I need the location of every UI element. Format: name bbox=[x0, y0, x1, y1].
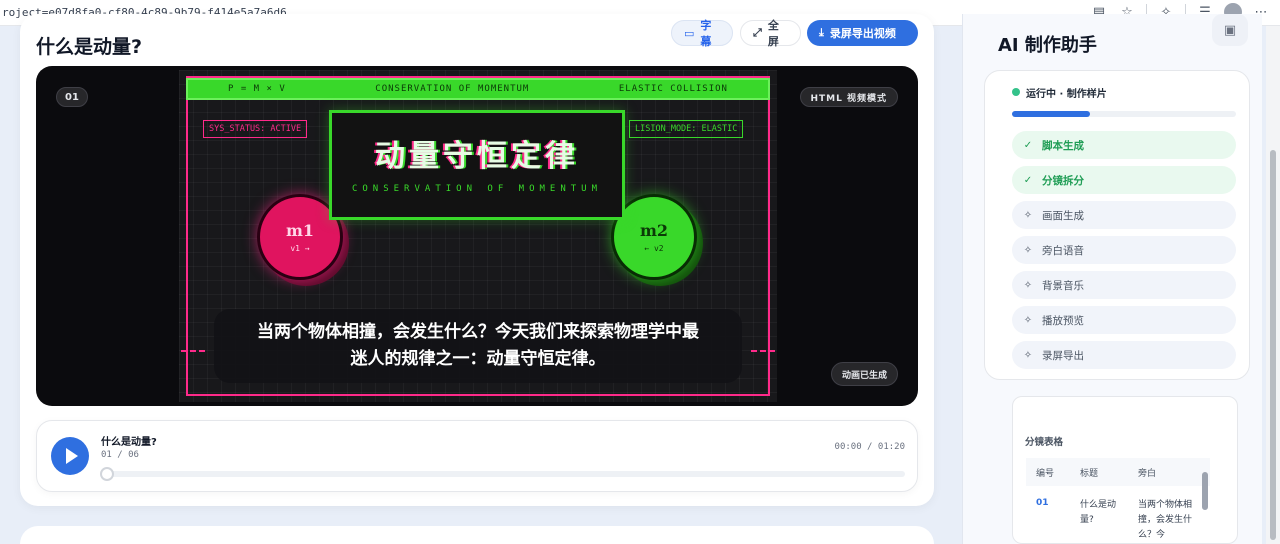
progress-thumb[interactable] bbox=[100, 467, 114, 481]
assistant-title: AI 制作助手 bbox=[998, 35, 1097, 56]
step-label: 背景音乐 bbox=[1042, 279, 1084, 292]
fullscreen-icon: ⤢ bbox=[753, 26, 762, 39]
dashed-line bbox=[181, 350, 205, 352]
step-label: 旁白语音 bbox=[1042, 244, 1084, 257]
step-background-music[interactable]: ✧ 背景音乐 bbox=[1012, 271, 1236, 299]
scene-heading-en: CONSERVATION OF MOMENTUM bbox=[351, 184, 603, 194]
progress-track[interactable] bbox=[101, 471, 905, 477]
step-label: 画面生成 bbox=[1042, 209, 1084, 222]
step-label: 播放预览 bbox=[1042, 314, 1084, 327]
dashed-line bbox=[751, 350, 775, 352]
step-label: 录屏导出 bbox=[1042, 349, 1084, 362]
sparkle-icon: ✧ bbox=[1023, 314, 1033, 326]
scene-heading: 动量守恒定律 bbox=[375, 139, 579, 174]
cell-title: 什么是动量? bbox=[1080, 500, 1117, 525]
ball-velocity: ← v2 bbox=[644, 244, 664, 253]
scene-topbar: P = M × V CONSERVATION OF MOMENTUM ELAST… bbox=[186, 78, 770, 100]
sys-status-label: SYS_STATUS: ACTIVE bbox=[203, 120, 308, 138]
table-scrollbar[interactable] bbox=[1201, 462, 1209, 542]
fullscreen-button[interactable]: ⤢ 全屏 bbox=[740, 19, 801, 48]
secondary-card bbox=[20, 526, 934, 544]
assistant-progress-track bbox=[1012, 111, 1236, 117]
panel-action-icon[interactable]: ▣ bbox=[1212, 14, 1248, 46]
step-playback-preview[interactable]: ✧ 播放预览 bbox=[1012, 306, 1236, 334]
subtitle-caption: 当两个物体相撞，会发生什么？今天我们来探索物理学中最 迷人的规律之一：动量守恒定… bbox=[214, 309, 742, 383]
cell-number: 01 bbox=[1036, 498, 1049, 508]
storyboard-table-label: 分镜表格 bbox=[1025, 437, 1064, 448]
page-scrollbar-thumb[interactable] bbox=[1270, 150, 1276, 540]
sparkle-icon: ✧ bbox=[1023, 244, 1033, 256]
subtitle-icon: ▭ bbox=[684, 26, 695, 40]
animation-status-badge: 动画已生成 bbox=[830, 362, 898, 386]
step-script-generation[interactable]: ✓ 脚本生成 bbox=[1012, 131, 1236, 159]
play-icon bbox=[66, 448, 78, 464]
check-icon: ✓ bbox=[1023, 174, 1033, 186]
player-controls: 什么是动量? 01 / 06 00:00 / 01:20 bbox=[36, 420, 918, 492]
scene-counter: 01 / 06 bbox=[101, 450, 139, 460]
collision-type-label: ELASTIC COLLISION bbox=[618, 84, 728, 94]
step-screen-record-export[interactable]: ✧ 录屏导出 bbox=[1012, 341, 1236, 369]
page-title: 什么是动量? bbox=[36, 36, 143, 58]
formula-label: P = M × V bbox=[228, 84, 286, 94]
ball-velocity: v1 → bbox=[290, 244, 310, 253]
sparkle-icon: ✧ bbox=[1023, 349, 1033, 361]
export-video-button[interactable]: ⤓ 录屏导出视频 bbox=[807, 20, 918, 46]
subtitle-line: 迷人的规律之一：动量守恒定律。 bbox=[350, 349, 606, 369]
sparkle-icon: ✧ bbox=[1023, 209, 1033, 221]
video-preview[interactable]: P = M × V CONSERVATION OF MOMENTUM ELAST… bbox=[36, 66, 918, 406]
export-button-label: 录屏导出视频 bbox=[829, 27, 896, 40]
step-storyboard-split[interactable]: ✓ 分镜拆分 bbox=[1012, 166, 1236, 194]
collision-mode-label: LISION_MODE: ELASTIC bbox=[629, 120, 744, 138]
video-mode-badge: HTML 视频模式 bbox=[799, 87, 898, 107]
subtitle-button-label: 字幕 bbox=[700, 19, 712, 48]
assistant-progress-fill bbox=[1012, 111, 1091, 117]
subtitle-line: 当两个物体相撞，会发生什么？今天我们来探索物理学中最 bbox=[257, 322, 699, 342]
step-narration[interactable]: ✧ 旁白语音 bbox=[1012, 236, 1236, 264]
ball-label: m1 bbox=[285, 221, 315, 240]
running-status-dot bbox=[1012, 88, 1020, 96]
time-display: 00:00 / 01:20 bbox=[834, 442, 905, 452]
topbar-title: CONSERVATION OF MOMENTUM bbox=[375, 84, 530, 94]
step-label: 分镜拆分 bbox=[1042, 174, 1084, 187]
column-header: 编号 bbox=[1036, 468, 1055, 479]
download-icon: ⤓ bbox=[819, 26, 824, 39]
ball-label: m2 bbox=[639, 221, 669, 240]
scene-title-box: 动量守恒定律 CONSERVATION OF MOMENTUM bbox=[329, 110, 625, 220]
table-scroll-thumb[interactable] bbox=[1202, 472, 1208, 510]
cell-narration: 当两个物体相撞，会发生什么？今 bbox=[1138, 500, 1193, 540]
scene-index-badge: 01 bbox=[56, 87, 88, 107]
table-header: 编号 标题 旁白 bbox=[1026, 458, 1210, 486]
step-visual-generation[interactable]: ✧ 画面生成 bbox=[1012, 201, 1236, 229]
fullscreen-button-label: 全屏 bbox=[767, 19, 779, 48]
step-label: 脚本生成 bbox=[1042, 139, 1084, 152]
column-header: 标题 bbox=[1080, 468, 1099, 479]
running-status-text: 运行中 · 制作样片 bbox=[1026, 89, 1107, 100]
column-header: 旁白 bbox=[1138, 468, 1157, 479]
player-title: 什么是动量? bbox=[101, 437, 157, 448]
play-button[interactable] bbox=[51, 437, 89, 475]
animation-scene: P = M × V CONSERVATION OF MOMENTUM ELAST… bbox=[179, 70, 777, 402]
sparkle-icon: ✧ bbox=[1023, 279, 1033, 291]
check-icon: ✓ bbox=[1023, 139, 1033, 151]
subtitle-button[interactable]: ▭ 字幕 bbox=[671, 19, 733, 48]
